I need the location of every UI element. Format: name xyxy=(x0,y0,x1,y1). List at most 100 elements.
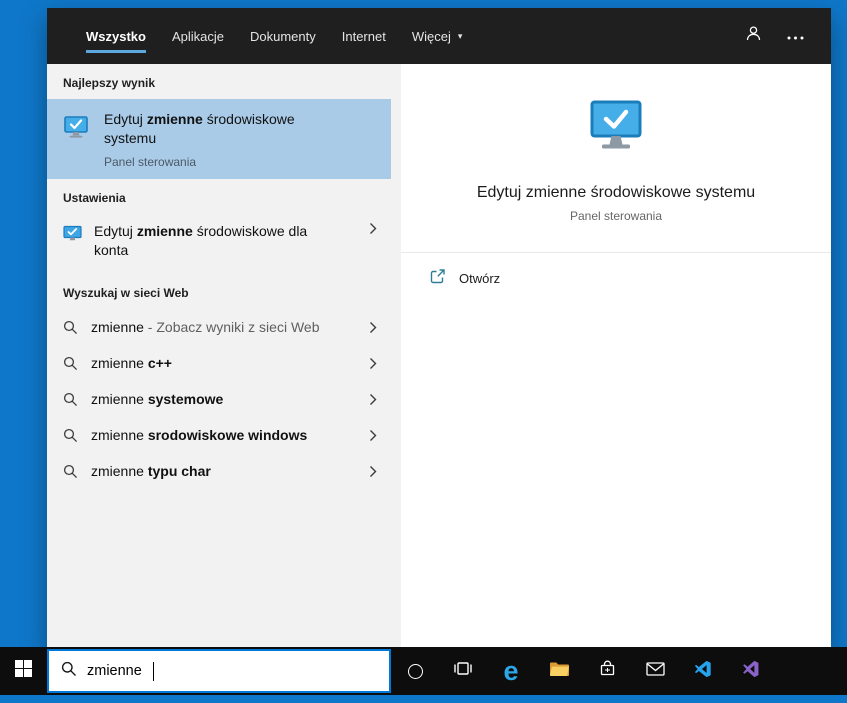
chevron-right-icon[interactable] xyxy=(361,429,377,442)
settings-result-item[interactable]: Edytuj zmienne środowiskowe dla konta xyxy=(47,214,391,270)
best-match-title: Edytuj zmienne środowiskowe systemu xyxy=(104,110,314,148)
web-suggestion-item[interactable]: zmienne srodowiskowe windows xyxy=(47,417,391,453)
chevron-right-icon[interactable] xyxy=(361,321,377,334)
best-match-subtitle: Panel sterowania xyxy=(104,155,197,169)
chevron-right-icon[interactable] xyxy=(361,393,377,406)
suggestion-text: zmienne c++ xyxy=(91,355,172,371)
suggestion-query: zmienne xyxy=(91,391,148,407)
mail-button[interactable] xyxy=(631,647,679,695)
preview-pane: Edytuj zmienne środowiskowe systemu Pane… xyxy=(401,64,831,647)
suggestion-text: zmienne srodowiskowe windows xyxy=(91,427,307,443)
suggestion-text: zmienne systemowe xyxy=(91,391,223,407)
start-button[interactable] xyxy=(0,647,47,695)
tab-label: Dokumenty xyxy=(250,28,316,44)
best-match-text: Edytuj zmienne środowiskowe systemu Pane… xyxy=(104,110,314,169)
open-action[interactable]: Otwórz xyxy=(401,253,831,303)
file-explorer-button[interactable] xyxy=(535,647,583,695)
vscode-button[interactable] xyxy=(679,647,727,695)
search-flyout: Wszystko Aplikacje Dokumenty Internet Wi… xyxy=(47,8,831,647)
suggestion-query: zmienne xyxy=(91,427,148,443)
edge-icon: e xyxy=(503,655,519,686)
text-caret xyxy=(152,661,155,681)
edge-button[interactable]: e xyxy=(487,647,535,695)
chevron-down-icon: ▾ xyxy=(457,30,463,41)
preview-title: Edytuj zmienne środowiskowe systemu xyxy=(476,184,756,201)
tab-wszystko[interactable]: Wszystko xyxy=(73,8,159,64)
suggestion-query: zmienne xyxy=(91,355,148,371)
task-view-button[interactable] xyxy=(439,647,487,695)
windows-logo-icon xyxy=(15,660,32,682)
suggestion-text: zmienne - Zobacz wyniki z sieci Web xyxy=(91,319,320,335)
desktop: { "icons": { "dropdown": "▾", "edge": "e… xyxy=(0,0,847,703)
suggestion-text: zmienne typu char xyxy=(91,463,211,479)
cortana-button[interactable] xyxy=(391,647,439,695)
preview-app-icon xyxy=(401,100,831,159)
env-variables-app-icon xyxy=(63,114,89,144)
suggestion-completion: systemowe xyxy=(147,391,224,407)
chevron-right-icon[interactable] xyxy=(361,357,377,370)
settings-env-variables-icon xyxy=(63,225,82,247)
search-icon xyxy=(63,356,78,371)
title-match: zmienne xyxy=(146,111,203,127)
preview-header: Edytuj zmienne środowiskowe systemu Pane… xyxy=(401,64,831,223)
mail-envelope-icon xyxy=(645,661,665,681)
visual-studio-button[interactable] xyxy=(727,647,775,695)
search-icon xyxy=(61,661,77,682)
search-icon xyxy=(63,428,78,443)
user-account-icon xyxy=(745,25,762,47)
settings-result-title: Edytuj zmienne środowiskowe dla konta xyxy=(94,222,324,260)
tab-label: Internet xyxy=(341,28,386,44)
search-icon xyxy=(63,464,78,479)
suggestion-completion: c++ xyxy=(147,355,172,371)
suggestion-suffix: - Zobacz wyniki z sieci Web xyxy=(143,319,320,335)
web-suggestion-item[interactable]: zmienne - Zobacz wyniki z sieci Web xyxy=(47,309,391,345)
search-tabs-bar: Wszystko Aplikacje Dokumenty Internet Wi… xyxy=(47,8,831,64)
web-suggestion-item[interactable]: zmienne typu char xyxy=(47,453,391,489)
title-match: zmienne xyxy=(136,223,193,239)
tab-aplikacje[interactable]: Aplikacje xyxy=(159,8,237,64)
section-header-best-match: Najlepszy wynik xyxy=(63,76,156,90)
tab-wiecej[interactable]: Więcej ▾ xyxy=(399,8,476,64)
taskbar-search-box[interactable]: zmienne xyxy=(47,649,391,693)
panel-gutter xyxy=(391,64,401,647)
tab-label: Aplikacje xyxy=(171,28,224,44)
search-content: Najlepszy wynik Edytuj zmienne środowisk… xyxy=(47,64,831,647)
vscode-icon xyxy=(694,660,712,683)
cortana-icon xyxy=(407,663,423,679)
results-panel: Najlepszy wynik Edytuj zmienne środowisk… xyxy=(47,64,391,647)
search-icon xyxy=(63,320,78,335)
section-header-web-search: Wyszukaj w sieci Web xyxy=(63,286,189,300)
web-suggestion-item[interactable]: zmienne c++ xyxy=(47,345,391,381)
open-launch-icon xyxy=(429,268,446,288)
open-label: Otwórz xyxy=(459,270,501,286)
chevron-right-icon[interactable] xyxy=(361,465,377,478)
suggestion-completion: typu char xyxy=(147,463,211,479)
preview-subtitle: Panel sterowania xyxy=(569,209,663,223)
suggestion-completion: srodowiskowe windows xyxy=(147,427,308,443)
tabs: Wszystko Aplikacje Dokumenty Internet Wi… xyxy=(73,8,475,64)
store-button[interactable] xyxy=(583,647,631,695)
ellipsis-icon xyxy=(787,27,804,45)
taskbar: zmienne e xyxy=(0,647,847,695)
section-header-settings: Ustawienia xyxy=(63,191,126,205)
task-view-icon xyxy=(453,661,473,681)
tab-internet[interactable]: Internet xyxy=(329,8,399,64)
suggestion-query: zmienne xyxy=(91,463,148,479)
suggestion-query: zmienne xyxy=(91,319,144,335)
topbar-actions xyxy=(737,8,831,64)
chevron-right-icon[interactable] xyxy=(361,222,377,235)
visual-studio-icon xyxy=(742,660,760,683)
folder-icon xyxy=(549,661,570,682)
store-bag-icon xyxy=(599,660,616,682)
account-button[interactable] xyxy=(737,20,769,52)
title-pre: Edytuj xyxy=(104,111,147,127)
search-input-text: zmienne xyxy=(87,663,142,679)
tab-label: Więcej xyxy=(411,28,451,44)
search-icon xyxy=(63,392,78,407)
title-pre: Edytuj xyxy=(94,223,137,239)
tab-dokumenty[interactable]: Dokumenty xyxy=(237,8,329,64)
more-options-button[interactable] xyxy=(779,20,811,52)
best-match-item[interactable]: Edytuj zmienne środowiskowe systemu Pane… xyxy=(47,99,391,179)
web-suggestion-item[interactable]: zmienne systemowe xyxy=(47,381,391,417)
